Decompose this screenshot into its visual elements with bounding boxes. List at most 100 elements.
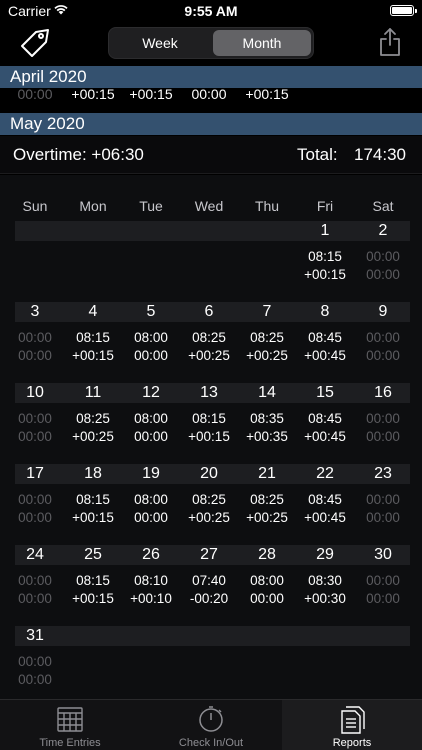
- day-number[interactable]: 21: [238, 465, 296, 483]
- day-hours[interactable]: 08:25: [180, 330, 238, 345]
- day-hours[interactable]: 08:45: [296, 492, 354, 507]
- day-number[interactable]: 19: [122, 465, 180, 483]
- day-number[interactable]: 31: [6, 627, 64, 645]
- day-number[interactable]: 16: [354, 384, 412, 402]
- day-hours[interactable]: 00:00: [6, 654, 64, 669]
- day-overtime[interactable]: +00:25: [64, 429, 122, 444]
- day-hours[interactable]: 08:25: [180, 492, 238, 507]
- day-hours[interactable]: 08:45: [296, 411, 354, 426]
- day-hours[interactable]: 08:15: [64, 330, 122, 345]
- day-number[interactable]: 20: [180, 465, 238, 483]
- day-hours[interactable]: 08:10: [122, 573, 180, 588]
- day-hours[interactable]: 08:15: [64, 492, 122, 507]
- day-hours[interactable]: 08:00: [122, 492, 180, 507]
- day-number[interactable]: 24: [6, 546, 64, 564]
- day-overtime[interactable]: 00:00: [238, 591, 296, 606]
- day-hours[interactable]: 00:00: [354, 492, 412, 507]
- day-hours[interactable]: 08:25: [238, 492, 296, 507]
- day-overtime[interactable]: 00:00: [6, 348, 64, 363]
- day-number[interactable]: 27: [180, 546, 238, 564]
- day-number[interactable]: 1: [296, 222, 354, 240]
- day-hours[interactable]: 08:35: [238, 411, 296, 426]
- day-overtime[interactable]: +00:25: [180, 510, 238, 525]
- day-overtime[interactable]: 00:00: [354, 591, 412, 606]
- day-number[interactable]: 9: [354, 303, 412, 321]
- day-number[interactable]: 23: [354, 465, 412, 483]
- day-overtime[interactable]: 00:00: [354, 510, 412, 525]
- day-overtime[interactable]: +00:25: [180, 348, 238, 363]
- day-number[interactable]: 26: [122, 546, 180, 564]
- day-number[interactable]: 10: [6, 384, 64, 402]
- day-hours[interactable]: 00:00: [354, 330, 412, 345]
- day-overtime[interactable]: +00:15: [64, 510, 122, 525]
- day-hours[interactable]: 08:00: [238, 573, 296, 588]
- day-overtime[interactable]: +00:35: [238, 429, 296, 444]
- day-overtime[interactable]: 00:00: [354, 348, 412, 363]
- day-number[interactable]: 22: [296, 465, 354, 483]
- day-number[interactable]: 4: [64, 303, 122, 321]
- day-number[interactable]: 12: [122, 384, 180, 402]
- day-overtime[interactable]: -00:20: [180, 591, 238, 606]
- month-segment[interactable]: Month: [213, 30, 311, 56]
- day-overtime[interactable]: +00:45: [296, 348, 354, 363]
- day-overtime[interactable]: +00:15: [64, 591, 122, 606]
- day-overtime[interactable]: +00:30: [296, 591, 354, 606]
- day-overtime[interactable]: +00:10: [122, 591, 180, 606]
- day-number[interactable]: 3: [6, 303, 64, 321]
- day-hours[interactable]: 08:15: [296, 249, 354, 264]
- day-overtime[interactable]: 00:00: [122, 348, 180, 363]
- day-number[interactable]: 8: [296, 303, 354, 321]
- day-number[interactable]: 13: [180, 384, 238, 402]
- day-number[interactable]: 7: [238, 303, 296, 321]
- day-number[interactable]: 25: [64, 546, 122, 564]
- tab-check-in-out[interactable]: Check In/Out: [141, 700, 281, 750]
- day-number[interactable]: 17: [6, 465, 64, 483]
- day-hours[interactable]: 08:00: [122, 411, 180, 426]
- day-number[interactable]: 15: [296, 384, 354, 402]
- day-hours[interactable]: 00:00: [6, 573, 64, 588]
- day-hours[interactable]: 00:00: [354, 249, 412, 264]
- day-overtime[interactable]: 00:00: [354, 267, 412, 282]
- tag-icon[interactable]: [18, 26, 52, 60]
- day-hours[interactable]: 08:30: [296, 573, 354, 588]
- day-hours[interactable]: 08:15: [64, 573, 122, 588]
- day-number[interactable]: 14: [238, 384, 296, 402]
- day-hours[interactable]: 00:00: [6, 492, 64, 507]
- day-number[interactable]: 6: [180, 303, 238, 321]
- day-number[interactable]: 28: [238, 546, 296, 564]
- day-overtime[interactable]: 00:00: [6, 429, 64, 444]
- day-overtime[interactable]: 00:00: [6, 510, 64, 525]
- day-hours[interactable]: 08:00: [122, 330, 180, 345]
- day-hours[interactable]: 08:45: [296, 330, 354, 345]
- day-number[interactable]: 11: [64, 384, 122, 402]
- day-number[interactable]: 30: [354, 546, 412, 564]
- day-hours[interactable]: 00:00: [354, 573, 412, 588]
- day-hours[interactable]: 07:40: [180, 573, 238, 588]
- day-hours[interactable]: 00:00: [6, 411, 64, 426]
- day-number[interactable]: 5: [122, 303, 180, 321]
- day-overtime[interactable]: +00:25: [238, 348, 296, 363]
- day-number[interactable]: 18: [64, 465, 122, 483]
- day-hours[interactable]: 00:00: [354, 411, 412, 426]
- share-icon[interactable]: [378, 27, 402, 57]
- tab-time-entries[interactable]: Time Entries: [0, 700, 140, 750]
- day-overtime[interactable]: +00:15: [64, 348, 122, 363]
- day-number[interactable]: 29: [296, 546, 354, 564]
- day-overtime[interactable]: +00:15: [296, 267, 354, 282]
- day-overtime[interactable]: +00:25: [238, 510, 296, 525]
- day-overtime[interactable]: 00:00: [122, 510, 180, 525]
- day-overtime[interactable]: +00:45: [296, 429, 354, 444]
- day-hours[interactable]: 08:15: [180, 411, 238, 426]
- day-hours[interactable]: 00:00: [6, 330, 64, 345]
- day-number[interactable]: 2: [354, 222, 412, 240]
- day-hours[interactable]: 08:25: [64, 411, 122, 426]
- day-hours[interactable]: 08:25: [238, 330, 296, 345]
- day-overtime[interactable]: 00:00: [354, 429, 412, 444]
- tab-reports[interactable]: Reports: [282, 700, 422, 750]
- day-overtime[interactable]: 00:00: [122, 429, 180, 444]
- day-overtime[interactable]: +00:45: [296, 510, 354, 525]
- day-overtime[interactable]: +00:15: [180, 429, 238, 444]
- day-overtime[interactable]: 00:00: [6, 672, 64, 687]
- day-overtime[interactable]: 00:00: [6, 591, 64, 606]
- week-segment[interactable]: Week: [111, 30, 209, 56]
